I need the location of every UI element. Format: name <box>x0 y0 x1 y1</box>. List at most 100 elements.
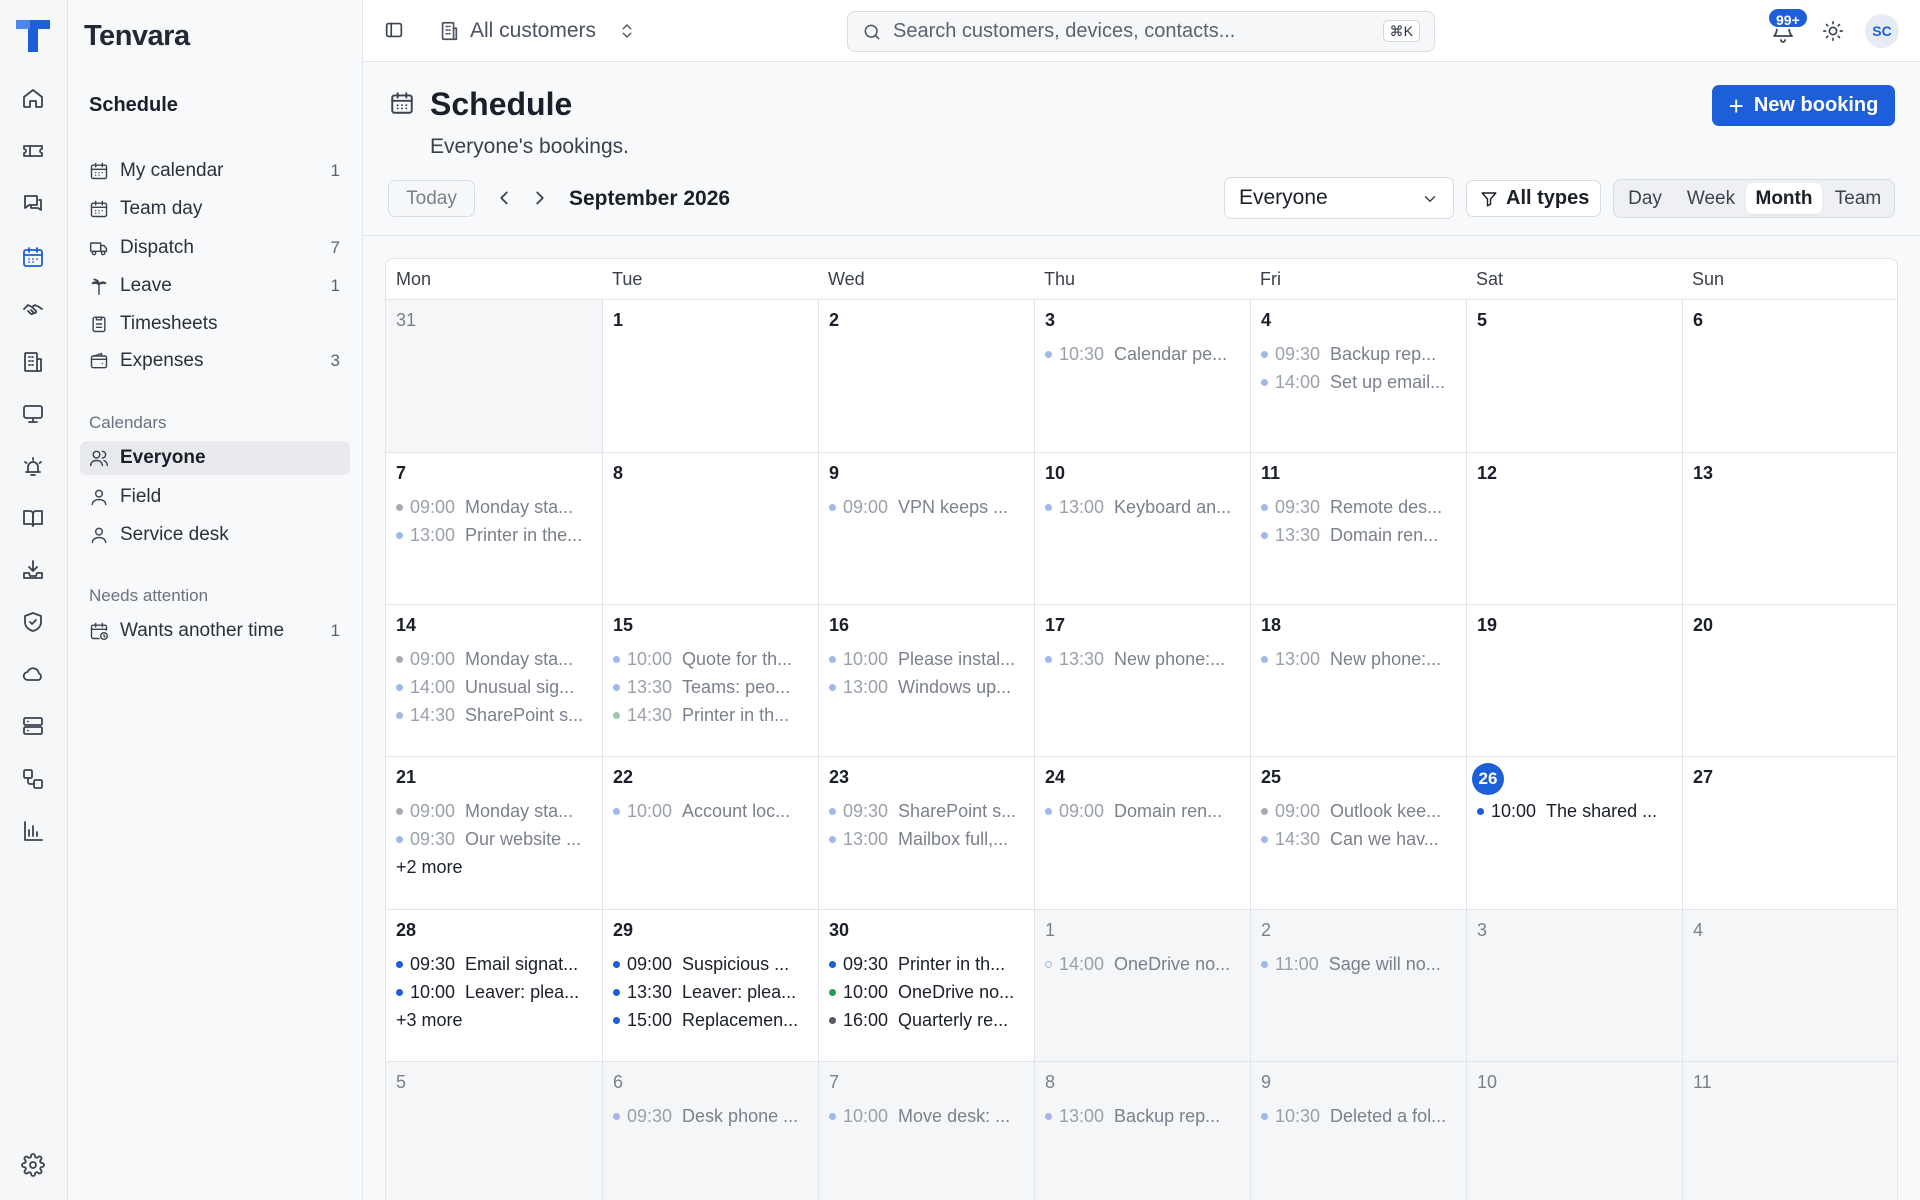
day-cell[interactable]: 6 09:30 Desk phone ... <box>602 1061 819 1200</box>
calendar-event[interactable]: 09:30 Remote des... <box>1261 495 1459 519</box>
calendar-event[interactable]: 14:30 Can we hav... <box>1261 827 1459 851</box>
monitor-icon[interactable] <box>19 400 47 428</box>
day-cell[interactable]: 10 13:00 Keyboard an... <box>1034 452 1251 606</box>
day-cell[interactable]: 26 10:00 The shared ... <box>1466 756 1683 910</box>
chat-icon[interactable] <box>19 190 47 218</box>
calendar-event[interactable]: 14:00 Unusual sig... <box>396 675 595 699</box>
calendar-event[interactable]: 13:00 Printer in the... <box>396 523 595 547</box>
day-cell[interactable]: 4 <box>1682 909 1897 1063</box>
calendar-event[interactable]: 14:30 Printer in th... <box>613 703 811 727</box>
handshake-icon[interactable] <box>19 295 47 323</box>
day-cell[interactable]: 10 <box>1466 1061 1683 1200</box>
day-cell[interactable]: 9 10:30 Deleted a fol... <box>1250 1061 1467 1200</box>
chevron-right-icon[interactable] <box>529 187 551 209</box>
day-cell[interactable]: 23 09:30 SharePoint s... 13:00 Mailbox full,… <box>818 756 1035 910</box>
avatar[interactable]: SC <box>1865 14 1899 48</box>
more-events-link[interactable]: +2 more <box>396 857 463 878</box>
calendar-event[interactable]: 09:00 Suspicious ... <box>613 952 811 976</box>
day-cell[interactable]: 17 13:30 New phone:... <box>1034 604 1251 758</box>
calendar-event[interactable]: 09:30 SharePoint s... <box>829 799 1027 823</box>
calendar-event[interactable]: 09:00 Monday sta... <box>396 495 595 519</box>
calendar-event[interactable]: 15:00 Replacemen... <box>613 1008 811 1032</box>
gear-icon[interactable] <box>19 1151 47 1179</box>
view-week[interactable]: Week <box>1676 183 1746 214</box>
day-cell[interactable]: 4 09:30 Backup rep... 14:00 Set up email... <box>1250 299 1467 453</box>
calendar-event[interactable]: 10:00 Move desk: ... <box>829 1104 1027 1128</box>
day-cell[interactable]: 27 <box>1682 756 1897 910</box>
sidebar-item-dispatch[interactable]: Dispatch 7 <box>80 231 350 265</box>
calendar-event[interactable]: 13:00 Windows up... <box>829 675 1027 699</box>
view-day[interactable]: Day <box>1618 183 1672 214</box>
calendar-event[interactable]: 09:00 Monday sta... <box>396 647 595 671</box>
calendar-event[interactable]: 13:00 Keyboard an... <box>1045 495 1243 519</box>
types-filter-button[interactable]: All types <box>1466 180 1601 217</box>
calendar-event[interactable]: 13:30 New phone:... <box>1045 647 1243 671</box>
day-cell[interactable]: 1 14:00 OneDrive no... <box>1034 909 1251 1063</box>
attention-item-wants-another-time[interactable]: Wants another time 1 <box>80 614 350 648</box>
home-icon[interactable] <box>19 84 47 112</box>
day-cell[interactable]: 13 <box>1682 452 1897 606</box>
day-cell[interactable]: 16 10:00 Please instal... 13:00 Windows up..… <box>818 604 1035 758</box>
sidebar-item-expenses[interactable]: Expenses 3 <box>80 344 350 378</box>
day-cell[interactable]: 9 09:00 VPN keeps ... <box>818 452 1035 606</box>
day-cell[interactable]: 7 10:00 Move desk: ... <box>818 1061 1035 1200</box>
customer-selector[interactable]: All customers <box>438 16 636 46</box>
calendar-event[interactable]: 14:30 SharePoint s... <box>396 703 595 727</box>
day-cell[interactable]: 3 10:30 Calendar pe... <box>1034 299 1251 453</box>
day-cell[interactable]: 24 09:00 Domain ren... <box>1034 756 1251 910</box>
calendar-event[interactable]: 13:00 Backup rep... <box>1045 1104 1243 1128</box>
calendar-event[interactable]: 09:00 Outlook kee... <box>1261 799 1459 823</box>
day-cell[interactable]: 18 13:00 New phone:... <box>1250 604 1467 758</box>
day-cell[interactable]: 1 <box>602 299 819 453</box>
people-filter-select[interactable]: Everyone <box>1224 177 1454 219</box>
day-cell[interactable]: 30 09:30 Printer in th... 10:00 OneDrive no.… <box>818 909 1035 1063</box>
ticket-icon[interactable] <box>19 137 47 165</box>
calendar-item-service-desk[interactable]: Service desk <box>80 518 350 552</box>
day-cell[interactable]: 8 <box>602 452 819 606</box>
calendar-event[interactable]: 10:00 OneDrive no... <box>829 980 1027 1004</box>
theme-sun-icon[interactable] <box>1822 20 1844 42</box>
calendar-event[interactable]: 13:00 Mailbox full,... <box>829 827 1027 851</box>
calendar-event[interactable]: 14:00 OneDrive no... <box>1045 952 1243 976</box>
book-icon[interactable] <box>19 504 47 532</box>
building-icon[interactable] <box>19 348 47 376</box>
calendar-event[interactable]: 10:00 The shared ... <box>1477 799 1675 823</box>
calendar-event[interactable]: 10:30 Deleted a fol... <box>1261 1104 1459 1128</box>
view-month[interactable]: Month <box>1746 183 1822 214</box>
new-booking-button[interactable]: + New booking <box>1712 85 1895 126</box>
sidebar-toggle-icon[interactable] <box>383 19 405 41</box>
calendar-event[interactable]: 09:30 Our website ... <box>396 827 595 851</box>
sidebar-item-team-day[interactable]: Team day <box>80 192 350 226</box>
calendar-event[interactable]: 10:00 Please instal... <box>829 647 1027 671</box>
calendar-event[interactable]: 09:00 VPN keeps ... <box>829 495 1027 519</box>
calendar-event[interactable]: 11:00 Sage will no... <box>1261 952 1459 976</box>
view-team[interactable]: Team <box>1824 183 1892 214</box>
server-icon[interactable] <box>19 712 47 740</box>
day-cell[interactable]: 7 09:00 Monday sta... 13:00 Printer in the..… <box>386 452 603 606</box>
day-cell[interactable]: 22 10:00 Account loc... <box>602 756 819 910</box>
calendar-event[interactable]: 10:00 Account loc... <box>613 799 811 823</box>
shield-icon[interactable] <box>19 608 47 636</box>
day-cell[interactable]: 28 09:30 Email signat... 10:00 Leaver: plea.… <box>386 909 603 1063</box>
calendar-icon[interactable] <box>19 243 47 271</box>
day-cell[interactable]: 5 <box>1466 299 1683 453</box>
calendar-event[interactable]: 13:30 Domain ren... <box>1261 523 1459 547</box>
sidebar-item-leave[interactable]: Leave 1 <box>80 269 350 303</box>
day-cell[interactable]: 6 <box>1682 299 1897 453</box>
day-cell[interactable]: 20 <box>1682 604 1897 758</box>
chevron-left-icon[interactable] <box>493 187 515 209</box>
day-cell[interactable]: 21 09:00 Monday sta... 09:30 Our website ...… <box>386 756 603 910</box>
calendar-event[interactable]: 13:00 New phone:... <box>1261 647 1459 671</box>
calendar-event[interactable]: 09:00 Domain ren... <box>1045 799 1243 823</box>
calendar-event[interactable]: 13:30 Leaver: plea... <box>613 980 811 1004</box>
calendar-event[interactable]: 09:30 Backup rep... <box>1261 342 1459 366</box>
calendar-item-field[interactable]: Field <box>80 480 350 514</box>
download-tray-icon[interactable] <box>19 556 47 584</box>
day-cell[interactable]: 12 <box>1466 452 1683 606</box>
bar-chart-icon[interactable] <box>19 817 47 845</box>
calendar-event[interactable]: 09:30 Desk phone ... <box>613 1104 811 1128</box>
today-button[interactable]: Today <box>388 180 475 217</box>
day-cell[interactable]: 19 <box>1466 604 1683 758</box>
tenvara-logo[interactable] <box>14 16 52 54</box>
cloud-icon[interactable] <box>19 660 47 688</box>
